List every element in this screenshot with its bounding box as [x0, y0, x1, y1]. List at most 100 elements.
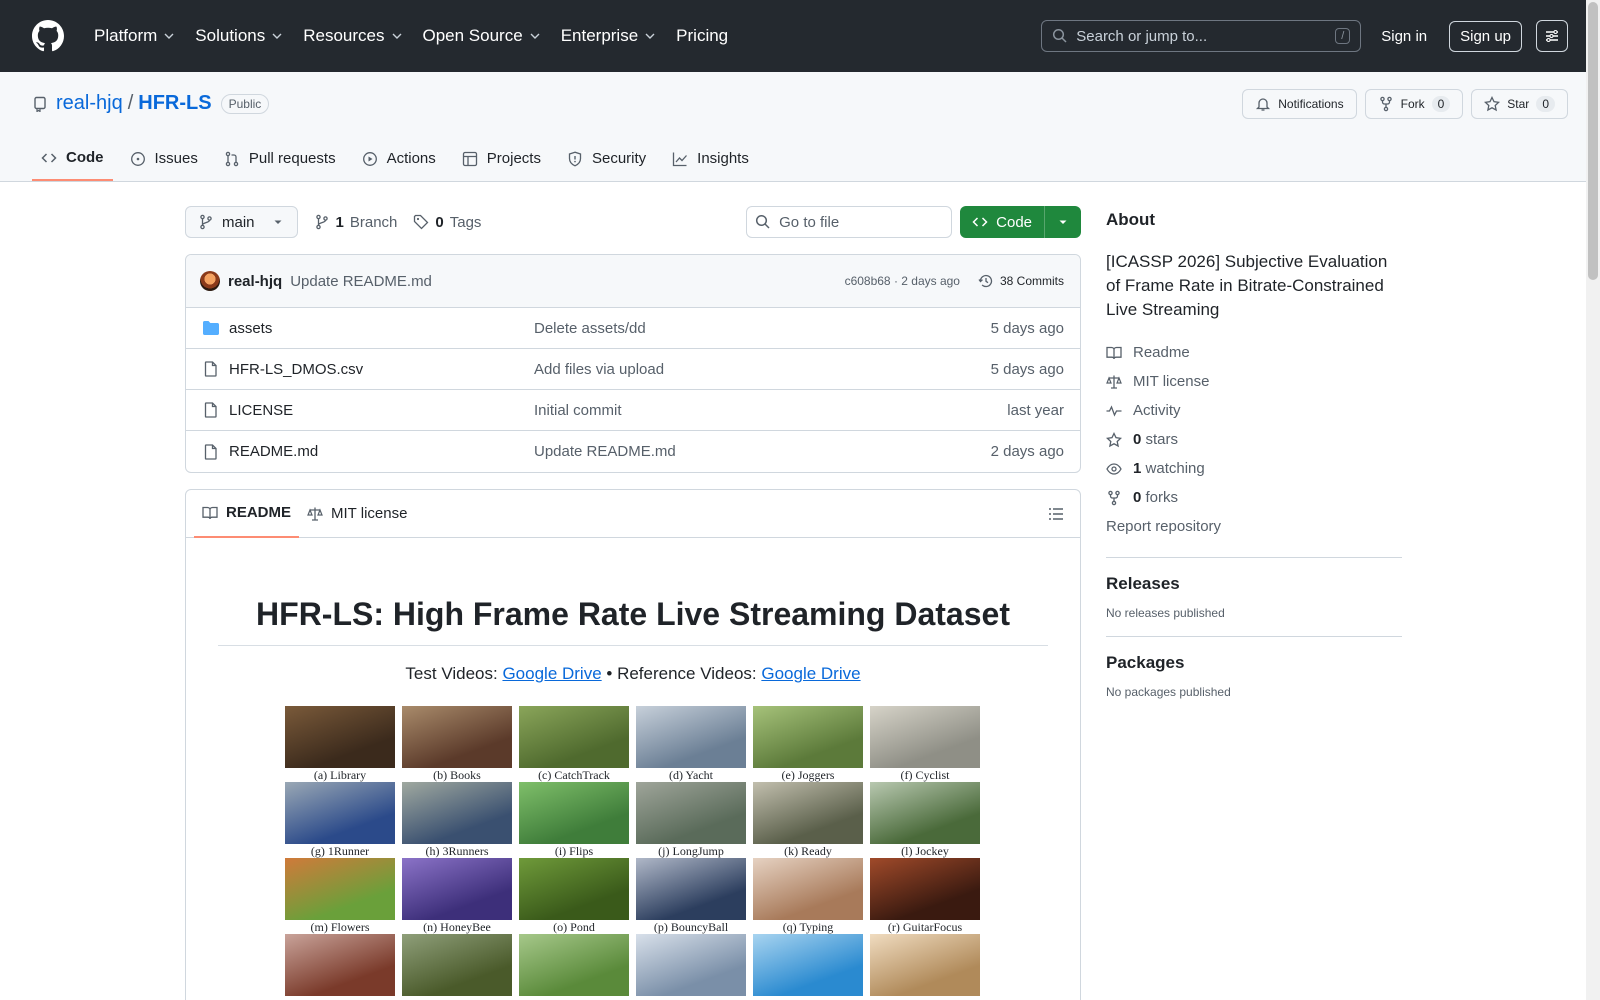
star-button[interactable]: Star 0	[1471, 89, 1568, 119]
file-name-link[interactable]: assets	[229, 320, 272, 337]
tab-pull-requests[interactable]: Pull requests	[215, 149, 345, 181]
file-commit-link[interactable]: Delete assets/dd	[534, 320, 991, 337]
file-name-link[interactable]: README.md	[229, 443, 318, 460]
tab-projects[interactable]: Projects	[453, 149, 550, 181]
tab-license[interactable]: MIT license	[299, 490, 415, 538]
sign-in-link[interactable]: Sign in	[1381, 28, 1427, 45]
table-row[interactable]: LICENSE Initial commit last year	[186, 390, 1080, 431]
global-search-input[interactable]: Search or jump to... /	[1041, 20, 1362, 52]
repo-title: real-hjq / HFR-LS Public	[32, 92, 270, 115]
tags-link[interactable]: 0 Tags	[413, 214, 481, 231]
repo-owner-link[interactable]: real-hjq	[56, 92, 123, 115]
test-videos-link[interactable]: Google Drive	[502, 664, 601, 683]
file-name-link[interactable]: LICENSE	[229, 402, 293, 419]
tab-issues[interactable]: Issues	[121, 149, 207, 181]
tab-insights[interactable]: Insights	[663, 149, 758, 181]
commits-history-link[interactable]: 38 Commits	[978, 273, 1064, 289]
pull-request-icon	[225, 151, 239, 166]
table-row[interactable]: assets Delete assets/dd 5 days ago	[186, 308, 1080, 349]
releases-heading[interactable]: Releases	[1106, 574, 1402, 594]
dataset-thumbnail: (m) Flowers	[285, 858, 395, 934]
readme-panel: README MIT license HFR-LS: High Frame Ra…	[185, 489, 1081, 1000]
pulse-icon	[1106, 404, 1122, 417]
nav-pricing[interactable]: Pricing	[668, 18, 736, 54]
activity-link[interactable]: Activity	[1106, 396, 1402, 425]
star-icon	[1106, 431, 1122, 447]
branch-selector-button[interactable]: main	[185, 206, 298, 238]
commit-message-link[interactable]: Update README.md	[290, 273, 432, 290]
thumbnail-image	[402, 934, 512, 996]
fork-button[interactable]: Fork 0	[1364, 89, 1464, 119]
search-placeholder: Search or jump to...	[1076, 27, 1208, 45]
readme-link[interactable]: Readme	[1106, 338, 1402, 367]
scrollbar-thumb[interactable]	[1588, 2, 1598, 280]
table-row[interactable]: HFR-LS_DMOS.csv Add files via upload 5 d…	[186, 349, 1080, 390]
divider	[1106, 636, 1402, 637]
avatar[interactable]	[200, 271, 220, 291]
dataset-thumbnail	[519, 934, 629, 1000]
dataset-thumbnail: (p) BouncyBall	[636, 858, 746, 934]
thumbnail-caption: (n) HoneyBee	[423, 920, 491, 934]
tab-readme[interactable]: README	[194, 490, 300, 538]
about-description: [ICASSP 2026] Subjective Evaluation of F…	[1106, 252, 1388, 319]
thumbnail-image	[870, 858, 980, 920]
license-link[interactable]: MIT license	[1106, 367, 1402, 396]
dataset-thumbnail	[402, 934, 512, 1000]
nav-enterprise[interactable]: Enterprise	[553, 18, 664, 54]
branches-link[interactable]: 1 Branch	[314, 213, 397, 231]
nav-open-source[interactable]: Open Source	[415, 18, 549, 54]
dataset-thumbnail	[753, 934, 863, 1000]
repo-path-separator: /	[127, 92, 134, 114]
readme-title: HFR-LS: High Frame Rate Live Streaming D…	[218, 538, 1048, 646]
caret-down-icon	[274, 220, 282, 224]
tab-actions[interactable]: Actions	[353, 149, 445, 181]
folder-icon	[203, 321, 219, 335]
repository-header: real-hjq / HFR-LS Public Notifications F…	[0, 72, 1600, 182]
forks-link[interactable]: 0 forks	[1106, 483, 1402, 512]
watchers-link[interactable]: 1 watching	[1106, 454, 1402, 483]
thumbnail-image	[402, 782, 512, 844]
thumbnail-caption: (m) Flowers	[310, 920, 370, 934]
shield-icon	[568, 151, 582, 167]
table-row[interactable]: README.md Update README.md 2 days ago	[186, 431, 1080, 472]
nav-resources[interactable]: Resources	[295, 18, 410, 54]
file-date: 2 days ago	[990, 443, 1064, 460]
reference-videos-link[interactable]: Google Drive	[761, 664, 860, 683]
notifications-button[interactable]: Notifications	[1242, 89, 1357, 119]
sign-up-button[interactable]: Sign up	[1449, 20, 1522, 52]
branch-icon	[315, 214, 328, 230]
stars-link[interactable]: 0 stars	[1106, 425, 1402, 454]
thumbnail-image	[636, 934, 746, 996]
code-dropdown-button[interactable]: Code	[960, 206, 1081, 238]
nav-platform[interactable]: Platform	[86, 18, 183, 54]
releases-note: No releases published	[1106, 606, 1225, 620]
dataset-thumbnail: (a) Library	[285, 706, 395, 782]
repo-name-link[interactable]: HFR-LS	[138, 92, 211, 115]
appearance-settings-button[interactable]	[1536, 20, 1568, 52]
commit-hash-time[interactable]: c608b68 · 2 days ago	[845, 274, 960, 288]
file-toolbar: main 1 Branch 0 Tags Go to file Code	[185, 206, 1081, 238]
file-commit-link[interactable]: Update README.md	[534, 443, 991, 460]
report-repository-link[interactable]: Report repository	[1106, 512, 1402, 541]
commit-meta: c608b68 · 2 days ago 38 Commits	[845, 273, 1064, 289]
page-scrollbar[interactable]	[1586, 0, 1600, 1000]
tab-code[interactable]: Code	[32, 149, 113, 181]
file-commit-link[interactable]: Add files via upload	[534, 361, 991, 378]
search-icon	[756, 214, 770, 229]
packages-heading[interactable]: Packages	[1106, 653, 1402, 673]
nav-solutions[interactable]: Solutions	[187, 18, 291, 54]
file-commit-link[interactable]: Initial commit	[534, 402, 1007, 419]
commit-author-link[interactable]: real-hjq	[228, 273, 282, 290]
thumbnail-caption: (b) Books	[433, 768, 481, 782]
github-logo-icon[interactable]	[32, 20, 64, 52]
list-unordered-icon[interactable]	[1048, 506, 1064, 522]
search-icon	[1053, 28, 1067, 43]
issue-icon	[130, 151, 145, 166]
table-icon	[462, 151, 477, 166]
go-to-file-input[interactable]: Go to file	[746, 206, 953, 238]
file-name-link[interactable]: HFR-LS_DMOS.csv	[229, 361, 363, 378]
branch-count: 1	[335, 213, 344, 231]
tab-security[interactable]: Security	[558, 149, 655, 181]
repo-actions: Notifications Fork 0 Star 0	[1242, 89, 1568, 119]
header-actions: Search or jump to... / Sign in Sign up	[1041, 20, 1568, 52]
